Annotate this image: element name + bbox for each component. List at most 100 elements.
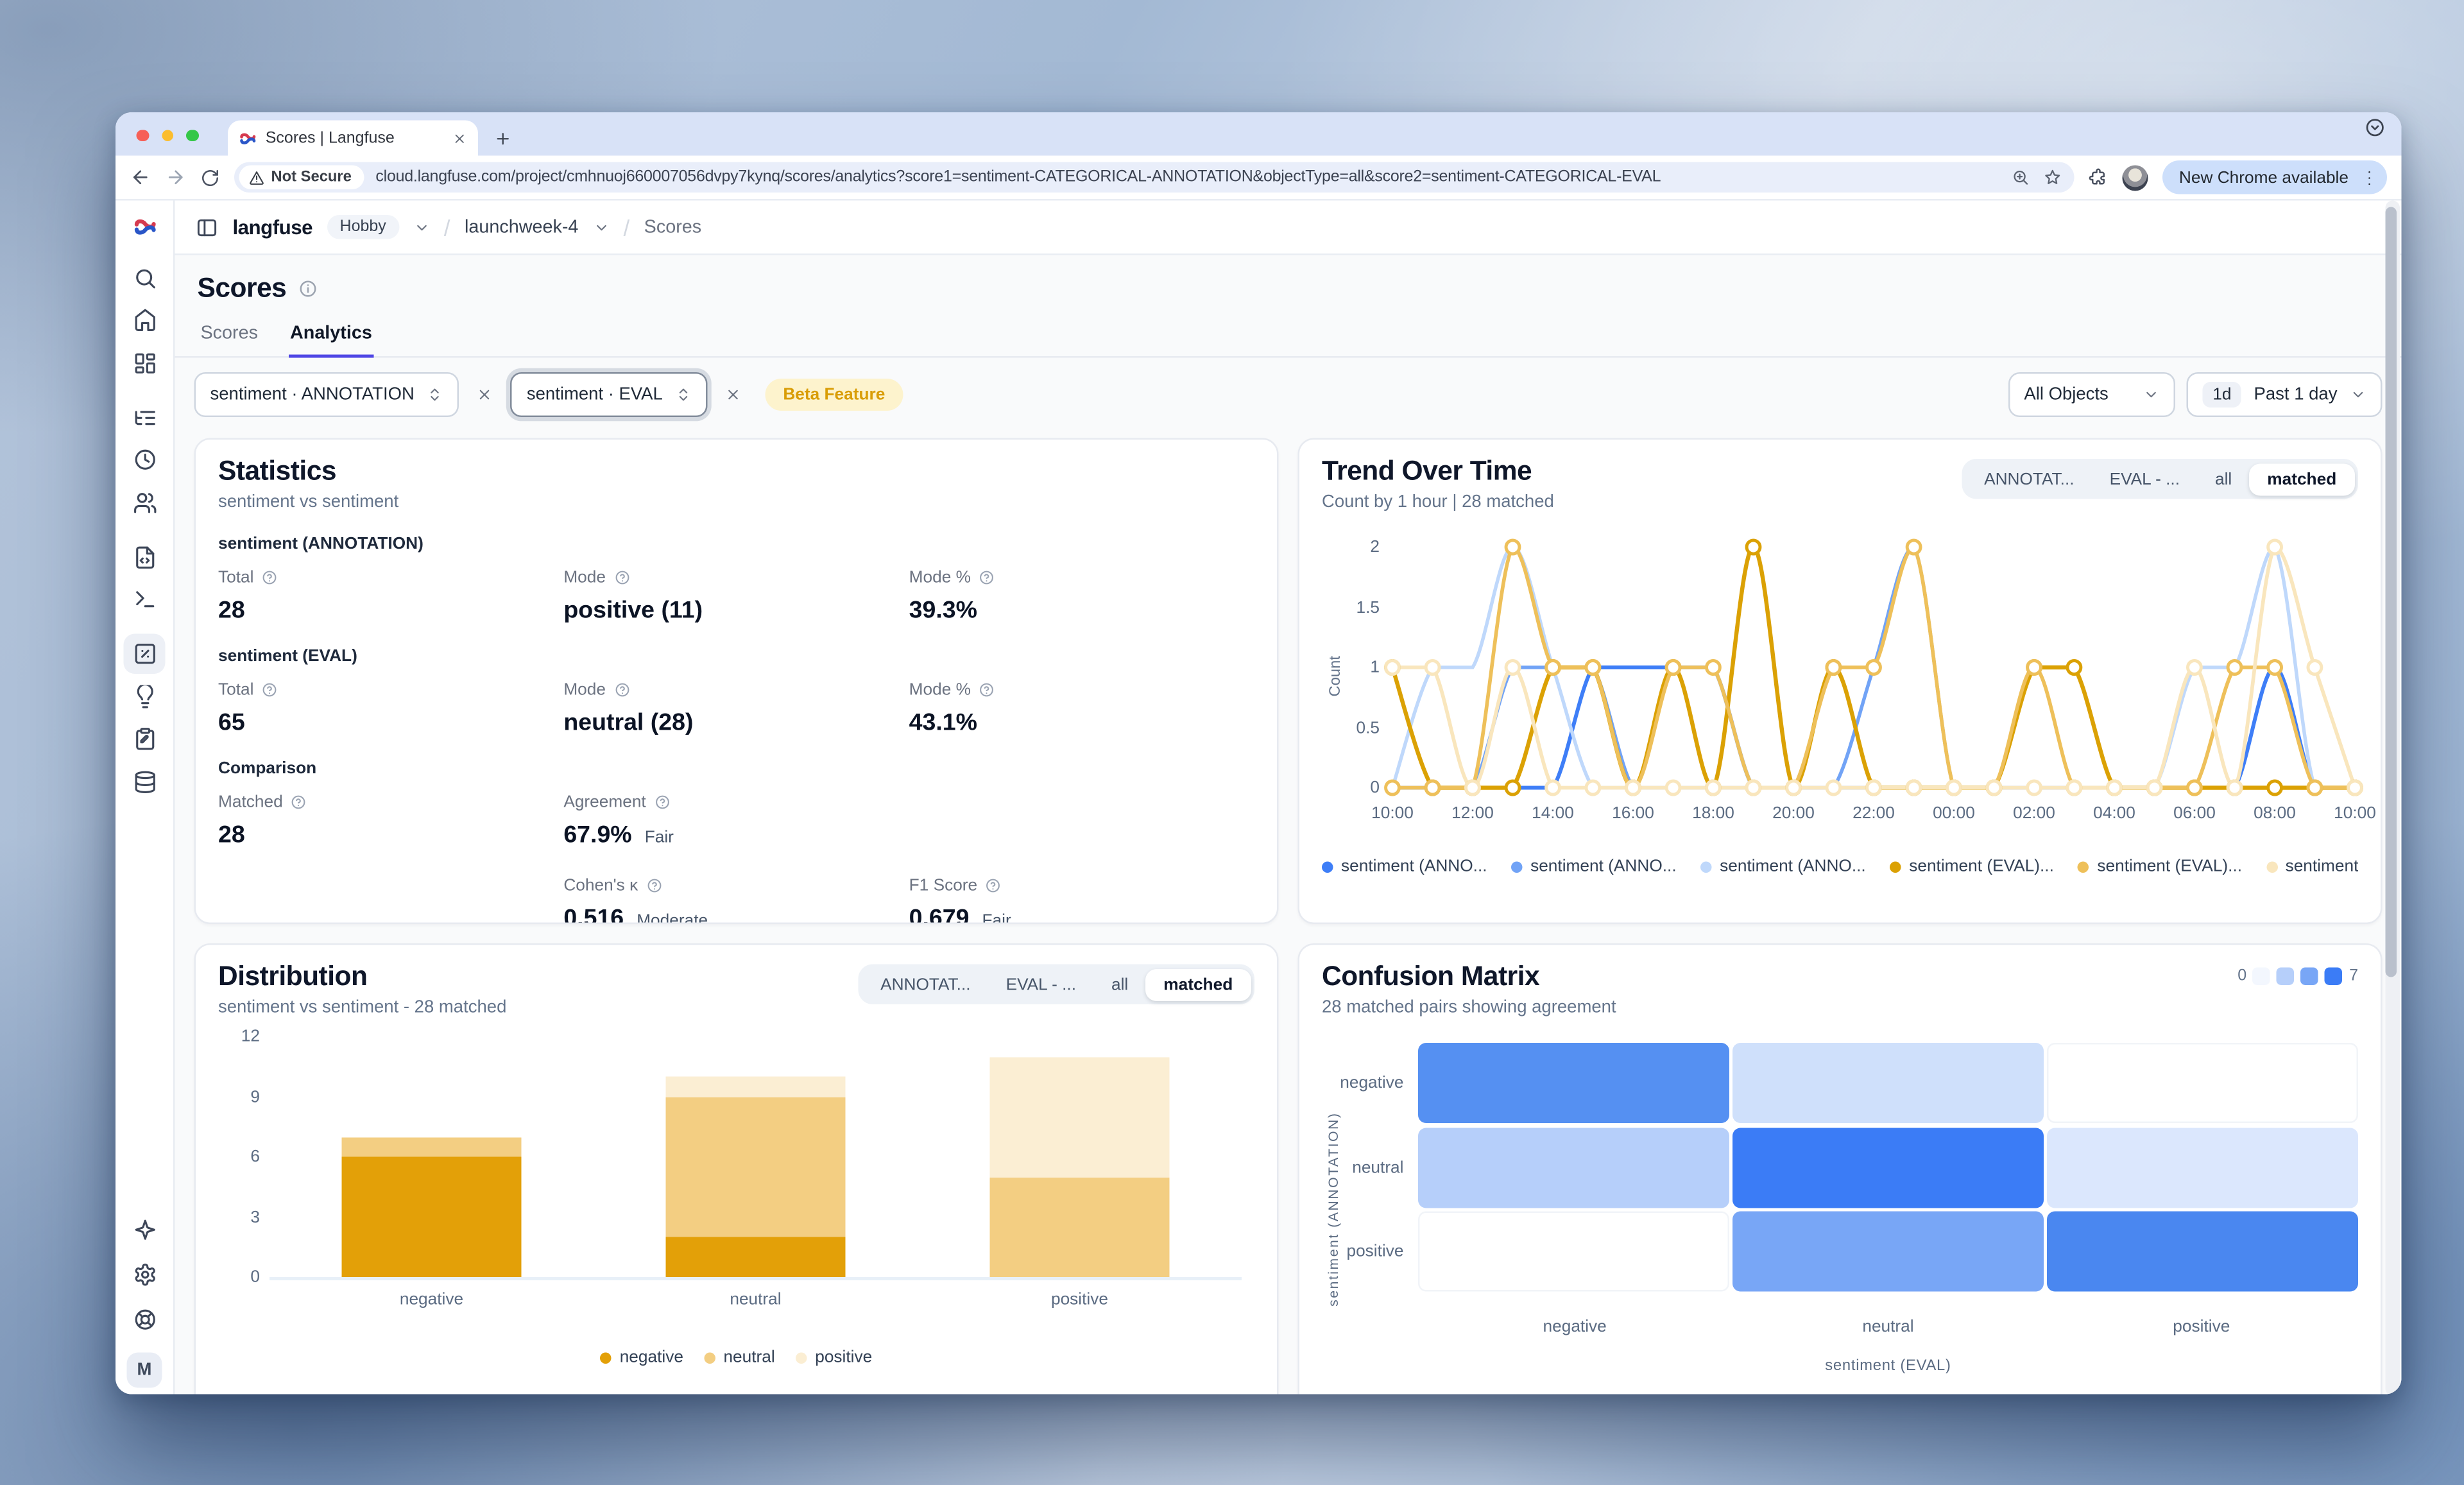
score1-select[interactable]: sentiment · ANNOTATION — [194, 372, 459, 417]
stat-mode-: Mode %43.1% — [909, 680, 1254, 737]
forward-button[interactable] — [166, 167, 187, 188]
help-icon[interactable] — [646, 878, 662, 894]
security-chip[interactable]: Not Secure — [239, 166, 364, 190]
close-tab-icon[interactable] — [452, 131, 466, 146]
segment-matched[interactable]: matched — [2250, 463, 2354, 495]
trend-data-point — [1586, 661, 1600, 674]
segment-all[interactable]: all — [1093, 968, 1145, 1000]
scrollbar-thumb[interactable] — [2386, 207, 2397, 977]
close-window-button[interactable] — [137, 129, 149, 141]
stat-value: positive (11) — [563, 597, 909, 624]
trend-data-point — [2268, 540, 2282, 554]
object-filter-select[interactable]: All Objects — [2008, 372, 2175, 417]
sidebar-item-file-code[interactable] — [124, 536, 166, 577]
scale-max: 7 — [2349, 968, 2358, 986]
legend-item: positive — [796, 1348, 872, 1367]
legend-dot — [1890, 861, 1901, 872]
segment-matched[interactable]: matched — [1146, 968, 1251, 1000]
back-button[interactable] — [130, 167, 151, 188]
help-icon[interactable] — [979, 682, 995, 698]
sidebar-item-list-tree[interactable] — [124, 397, 166, 438]
filter-row: sentiment · ANNOTATION sentiment · EVAL … — [175, 358, 2402, 424]
org-chevron-icon[interactable] — [413, 219, 429, 235]
timeframe-select[interactable]: 1d Past 1 day — [2187, 372, 2382, 417]
legend-dot — [2078, 861, 2089, 872]
extensions-button[interactable] — [2089, 167, 2109, 187]
trend-data-point — [1706, 781, 1720, 794]
minimize-window-button[interactable] — [161, 129, 173, 141]
url-bar[interactable]: Not Secure cloud.langfuse.com/project/cm… — [234, 162, 2075, 193]
help-icon[interactable] — [613, 570, 629, 586]
info-icon[interactable] — [298, 279, 317, 298]
browser-tab[interactable]: Scores | Langfuse — [227, 121, 477, 156]
sidebar-item-home[interactable] — [124, 300, 166, 341]
tab-analytics[interactable]: Analytics — [288, 316, 373, 358]
distribution-subtitle: sentiment vs sentiment - 28 matched — [218, 998, 506, 1017]
stat-label: Mode % — [909, 568, 1254, 587]
stat-matched: Matched28 — [218, 793, 563, 849]
bar-negative — [342, 1137, 522, 1277]
sidebar-item-search[interactable] — [124, 257, 166, 298]
segment-eval-[interactable]: EVAL - ... — [988, 968, 1093, 1000]
sidebar-item-clipboard-pen[interactable] — [124, 719, 166, 759]
sidebar-item-database[interactable] — [124, 761, 166, 802]
tab-search-icon[interactable] — [2365, 117, 2386, 139]
segment-all[interactable]: all — [2197, 463, 2249, 495]
clock-icon — [132, 448, 157, 472]
breadcrumb-project[interactable]: launchweek-4 — [465, 218, 578, 237]
help-icon[interactable] — [262, 682, 278, 698]
legend-item: negative — [601, 1348, 683, 1367]
trend-data-point — [2348, 781, 2362, 794]
bar-segment-neutral — [990, 1177, 1170, 1277]
segment-annotat-[interactable]: ANNOTAT... — [1967, 463, 2092, 495]
search-icon — [132, 266, 157, 290]
remove-score2-button[interactable] — [719, 381, 748, 409]
stat-qualifier: Fair — [982, 911, 1011, 924]
sidebar-item-clock[interactable] — [124, 440, 166, 480]
help-icon[interactable] — [979, 570, 995, 586]
sidebar-item-settings[interactable] — [124, 1254, 166, 1294]
remove-score1-button[interactable] — [470, 381, 499, 409]
segment-annotat-[interactable]: ANNOTAT... — [863, 968, 989, 1000]
security-label: Not Secure — [271, 169, 352, 187]
sidebar-item-percent-square[interactable] — [124, 634, 166, 674]
profile-avatar[interactable] — [2123, 164, 2148, 190]
help-icon[interactable] — [654, 794, 670, 811]
sidebar-item-layout-dashboard[interactable] — [124, 343, 166, 383]
stat-mode: Modepositive (11) — [563, 568, 909, 624]
segment-eval-[interactable]: EVAL - ... — [2092, 463, 2197, 495]
sidebar-item-lightbulb[interactable] — [124, 676, 166, 717]
url-text: cloud.langfuse.com/project/cmhnuoj660007… — [375, 169, 2001, 187]
confusion-cell-negative-neutral — [1733, 1043, 2043, 1123]
sidebar-item-life-buoy[interactable] — [124, 1299, 166, 1339]
help-icon[interactable] — [291, 794, 307, 811]
zoom-icon[interactable] — [2012, 169, 2030, 187]
trend-data-point — [2028, 781, 2041, 794]
sidebar-item-terminal[interactable] — [124, 579, 166, 620]
sidebar-item-sparkles[interactable] — [124, 1209, 166, 1249]
reload-button[interactable] — [201, 167, 220, 187]
sidebar-toggle-icon[interactable] — [196, 216, 218, 238]
help-icon[interactable] — [262, 570, 278, 586]
tab-scores[interactable]: Scores — [199, 316, 259, 358]
stat-label: Total — [218, 568, 563, 587]
sidebar-item-users[interactable] — [124, 482, 166, 522]
help-icon[interactable] — [613, 682, 629, 698]
help-icon[interactable] — [986, 878, 1002, 894]
user-avatar[interactable]: M — [127, 1353, 162, 1388]
chrome-update-button[interactable]: New Chrome available — [2163, 160, 2387, 194]
stats-section-label: sentiment (EVAL) — [218, 647, 1254, 666]
plan-badge[interactable]: Hobby — [327, 215, 399, 239]
trend-legend: sentiment (ANNO...sentiment (ANNO...sent… — [1322, 857, 2358, 876]
brand-name[interactable]: langfuse — [233, 216, 313, 238]
score2-select[interactable]: sentiment · EVAL — [511, 372, 708, 417]
bar-x-labels: negativeneutralpositive — [270, 1290, 1242, 1309]
bookmark-star-icon[interactable] — [2044, 169, 2062, 187]
maximize-window-button[interactable] — [186, 129, 198, 141]
browser-menu-icon[interactable] — [2360, 167, 2379, 187]
new-tab-button[interactable] — [493, 130, 511, 148]
trend-view-segmented-control: ANNOTAT...EVAL - ...allmatched — [1962, 459, 2358, 499]
project-chevron-icon[interactable] — [593, 219, 609, 235]
tab-title: Scores | Langfuse — [266, 129, 442, 147]
stat-value: 65 — [218, 709, 563, 737]
